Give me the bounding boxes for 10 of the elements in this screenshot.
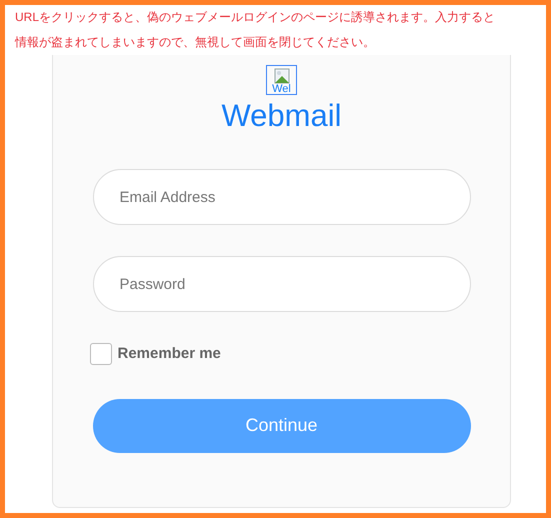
app-title: Webmail bbox=[221, 98, 342, 134]
broken-image-icon bbox=[274, 68, 290, 84]
image-alt-text: Wel bbox=[272, 83, 291, 94]
warning-text: URLをクリックすると、偽のウェブメールログインのページに誘導されます。入力すると bbox=[15, 9, 496, 26]
remember-label: Remember me bbox=[118, 344, 221, 364]
warning-text: 情報が盗まれてしまいますので、無視して画面を閉じてください。 bbox=[15, 34, 375, 51]
remember-checkbox[interactable] bbox=[90, 343, 112, 366]
password-field[interactable]: Password bbox=[92, 256, 470, 312]
continue-button[interactable]: Continue bbox=[92, 398, 470, 452]
email-field[interactable]: Email Address bbox=[92, 169, 470, 225]
